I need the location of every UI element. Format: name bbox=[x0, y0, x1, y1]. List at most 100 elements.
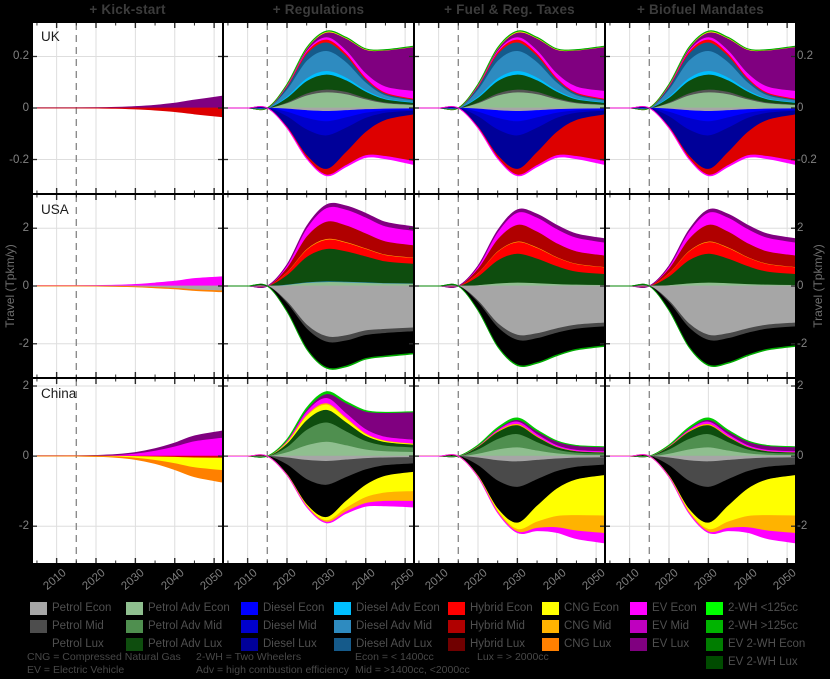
y-tick-label-china-left: -2 bbox=[18, 520, 29, 533]
legend-swatch bbox=[334, 602, 351, 615]
legend-swatch bbox=[241, 620, 258, 633]
figure-root: + Kick-start + Regulations + Fuel & Reg.… bbox=[0, 0, 830, 679]
legend-label: Petrol Adv Lux bbox=[148, 638, 223, 650]
legend-swatch bbox=[30, 602, 47, 615]
y-tick-label-uk-right: 0 bbox=[797, 102, 804, 114]
legend-label: CNG Lux bbox=[564, 638, 612, 650]
legend-swatch bbox=[334, 620, 351, 633]
legend-label: Petrol Adv Mid bbox=[148, 620, 223, 632]
legend-label: Hybrid Lux bbox=[470, 638, 525, 650]
y-tick-label-usa-left: 2 bbox=[22, 222, 29, 235]
x-tick-label: 2020 bbox=[80, 567, 108, 593]
legend-swatch bbox=[542, 638, 559, 651]
y-tick-label-china-left: 0 bbox=[22, 450, 29, 463]
legend-label: Diesel Lux bbox=[263, 638, 317, 650]
footnote-text: Lux = > 2000cc bbox=[477, 651, 549, 663]
legend-swatch bbox=[630, 602, 647, 615]
x-tick-label: 2040 bbox=[350, 567, 378, 593]
x-tick-label: 2050 bbox=[771, 567, 799, 593]
legend-label: EV 2-WH Lux bbox=[728, 656, 798, 668]
x-tick-label: 2030 bbox=[310, 567, 339, 593]
y-tick-label-usa-right: -2 bbox=[797, 337, 808, 350]
legend-label: Hybrid Mid bbox=[470, 620, 525, 632]
region-label-china: China bbox=[41, 386, 77, 401]
footnote-text: Econ = < 1400cc bbox=[355, 651, 434, 663]
panel-china-kick-start bbox=[33, 379, 222, 563]
y-tick-label-uk-left: 0 bbox=[22, 102, 29, 114]
y-tick-label-uk-left: 0.2 bbox=[13, 50, 29, 63]
panel-china-biofuel-mandates bbox=[606, 379, 795, 563]
legend-label: Diesel Adv Mid bbox=[356, 620, 433, 632]
x-tick-label: 2040 bbox=[541, 567, 569, 593]
x-tick-label: 2010 bbox=[423, 567, 451, 593]
x-tick-label: 2010 bbox=[41, 567, 69, 593]
x-tick-label: 2020 bbox=[271, 567, 299, 593]
panel-usa-biofuel-mandates bbox=[606, 195, 795, 377]
legend-label: 2-WH <125cc bbox=[728, 602, 798, 614]
legend-label: Diesel Adv Lux bbox=[356, 638, 433, 650]
panel-uk-biofuel-mandates bbox=[606, 23, 795, 193]
legend-swatch bbox=[630, 620, 647, 633]
legend-label: EV Lux bbox=[652, 638, 690, 650]
legend-label: Petrol Lux bbox=[52, 638, 104, 650]
legend-label: Diesel Econ bbox=[263, 602, 325, 614]
y-tick-label-uk-right: 0.2 bbox=[797, 50, 813, 63]
x-tick-label: 2030 bbox=[119, 567, 148, 593]
x-tick-label: 2030 bbox=[692, 567, 721, 593]
x-tick-label: 2050 bbox=[580, 567, 608, 593]
x-tick-label: 2020 bbox=[653, 567, 681, 593]
panel-usa-kick-start bbox=[33, 195, 222, 377]
legend-label: EV Mid bbox=[652, 620, 690, 632]
legend-label: Petrol Mid bbox=[52, 620, 104, 632]
panel-china-regulations bbox=[224, 379, 413, 563]
x-tick-label: 2020 bbox=[462, 567, 490, 593]
panel-uk-fuel-reg-taxes bbox=[415, 23, 604, 193]
panel-china-fuel-reg-taxes bbox=[415, 379, 604, 563]
legend-label: Hybrid Econ bbox=[470, 602, 533, 614]
legend-swatch bbox=[241, 638, 258, 651]
legend-swatch bbox=[126, 602, 143, 615]
footnote-text: EV = Electric Vehicle bbox=[27, 664, 125, 676]
x-tick-label: 2040 bbox=[159, 567, 187, 593]
legend-swatch bbox=[706, 602, 723, 615]
x-tick-label: 2010 bbox=[232, 567, 260, 593]
legend-swatch bbox=[126, 620, 143, 633]
y-tick-label-uk-right: -0.2 bbox=[797, 153, 817, 166]
legend-label: Diesel Mid bbox=[263, 620, 317, 632]
legend-swatch bbox=[448, 620, 465, 633]
legend-swatch bbox=[334, 638, 351, 651]
scenario-title-regulations: + Regulations bbox=[272, 2, 365, 17]
x-tick-label: 2050 bbox=[198, 567, 226, 593]
y-tick-label-usa-left: -2 bbox=[18, 337, 29, 350]
footnote-text: CNG = Compressed Natural Gas bbox=[27, 651, 181, 663]
legend-label: Petrol Econ bbox=[52, 602, 112, 614]
legend-label: 2-WH >125cc bbox=[728, 620, 798, 632]
legend-label: Petrol Adv Econ bbox=[148, 602, 230, 614]
legend-swatch bbox=[542, 602, 559, 615]
y-tick-label-china-right: 2 bbox=[797, 380, 804, 392]
legend-swatch bbox=[241, 602, 258, 615]
scenario-title-kick-start: + Kick-start bbox=[89, 2, 166, 17]
legend-swatch bbox=[448, 602, 465, 615]
y-tick-label-usa-right: 2 bbox=[797, 222, 804, 235]
legend-swatch bbox=[706, 638, 723, 651]
legend-label: CNG Mid bbox=[564, 620, 612, 632]
legend-label: EV 2-WH Econ bbox=[728, 638, 806, 650]
y-tick-label-usa-right: 0 bbox=[797, 280, 804, 292]
panel-usa-regulations bbox=[224, 195, 413, 377]
scenario-title-fuel-reg-taxes: + Fuel & Reg. Taxes bbox=[444, 2, 575, 17]
x-tick-label: 2030 bbox=[501, 567, 530, 593]
legend-swatch bbox=[542, 620, 559, 633]
region-label-usa: USA bbox=[41, 202, 69, 217]
x-tick-label: 2010 bbox=[614, 567, 642, 593]
legend-swatch bbox=[706, 620, 723, 633]
legend-swatch bbox=[30, 638, 47, 651]
x-tick-label: 2050 bbox=[389, 567, 417, 593]
panel-uk-kick-start bbox=[33, 23, 222, 193]
scenario-title-biofuel-mandates: + Biofuel Mandates bbox=[637, 2, 764, 17]
legend-swatch bbox=[630, 638, 647, 651]
footnote-text: Adv = high combustion efficiency bbox=[196, 664, 350, 676]
y-tick-label-usa-left: 0 bbox=[22, 280, 29, 292]
legend-label: CNG Econ bbox=[564, 602, 619, 614]
footnote-text: 2-WH = Two Wheelers bbox=[196, 651, 302, 663]
